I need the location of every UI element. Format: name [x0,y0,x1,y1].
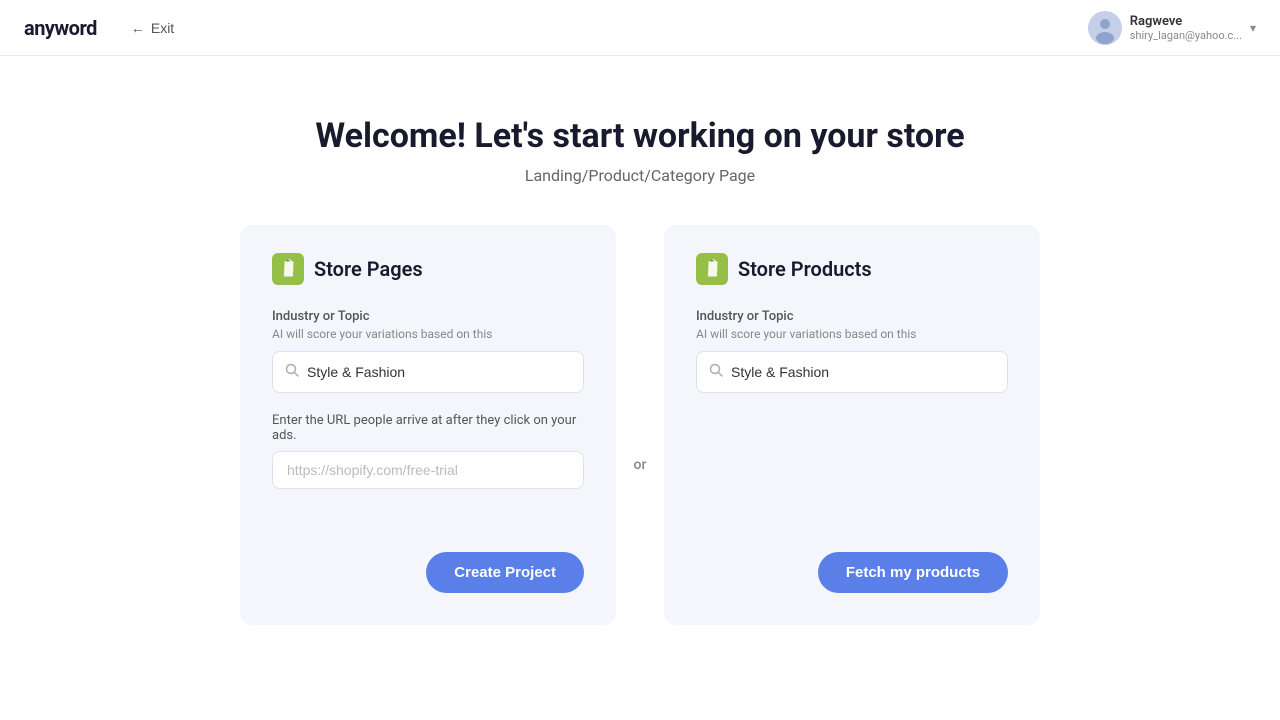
cards-container: Store Pages Industry or Topic AI will sc… [240,225,1040,625]
store-pages-search-icon [285,363,299,381]
store-products-card-header: Store Products [696,253,1008,285]
exit-arrow-icon: ← [131,20,145,36]
store-pages-field-label: Industry or Topic [272,309,584,324]
store-products-search-icon [709,363,723,381]
store-pages-card: Store Pages Industry or Topic AI will sc… [240,225,616,625]
user-name: Ragweve [1130,14,1242,29]
exit-button[interactable]: ← Exit [121,14,184,42]
shopify-pages-icon [272,253,304,285]
store-products-field-label: Industry or Topic [696,309,1008,324]
app-header: anyword ← Exit Ragweve shiry_lagan@yahoo… [0,0,1280,56]
chevron-down-icon: ▾ [1250,21,1256,35]
store-products-card-footer: Fetch my products [696,528,1008,593]
store-pages-industry-field: Industry or Topic AI will score your var… [272,309,584,393]
store-products-search-wrapper [696,351,1008,393]
store-products-card: Store Products Industry or Topic AI will… [664,225,1040,625]
exit-label: Exit [151,20,174,36]
store-pages-url-field: Enter the URL people arrive at after the… [272,393,584,489]
store-pages-url-input[interactable] [272,451,584,489]
store-pages-url-label: Enter the URL people arrive at after the… [272,413,584,443]
store-pages-title: Store Pages [314,257,423,281]
user-info: Ragweve shiry_lagan@yahoo.c... [1130,14,1242,42]
store-pages-card-header: Store Pages [272,253,584,285]
create-project-button[interactable]: Create Project [426,552,584,593]
user-email: shiry_lagan@yahoo.c... [1130,29,1242,42]
page-title: Welcome! Let's start working on your sto… [315,116,964,156]
store-pages-card-footer: Create Project [272,528,584,593]
app-logo: anyword [24,16,97,40]
store-pages-search-input[interactable] [307,364,571,380]
page-subtitle: Landing/Product/Category Page [525,166,755,185]
main-content: Welcome! Let's start working on your sto… [0,56,1280,625]
store-products-title: Store Products [738,257,872,281]
store-pages-field-hint: AI will score your variations based on t… [272,327,584,341]
store-pages-search-wrapper [272,351,584,393]
avatar [1088,11,1122,45]
store-products-industry-field: Industry or Topic AI will score your var… [696,309,1008,393]
store-products-field-hint: AI will score your variations based on t… [696,327,1008,341]
shopify-products-icon [696,253,728,285]
header-left: anyword ← Exit [24,14,184,42]
or-divider: or [616,377,664,473]
store-products-search-input[interactable] [731,364,995,380]
fetch-products-button[interactable]: Fetch my products [818,552,1008,593]
user-menu[interactable]: Ragweve shiry_lagan@yahoo.c... ▾ [1088,11,1256,45]
